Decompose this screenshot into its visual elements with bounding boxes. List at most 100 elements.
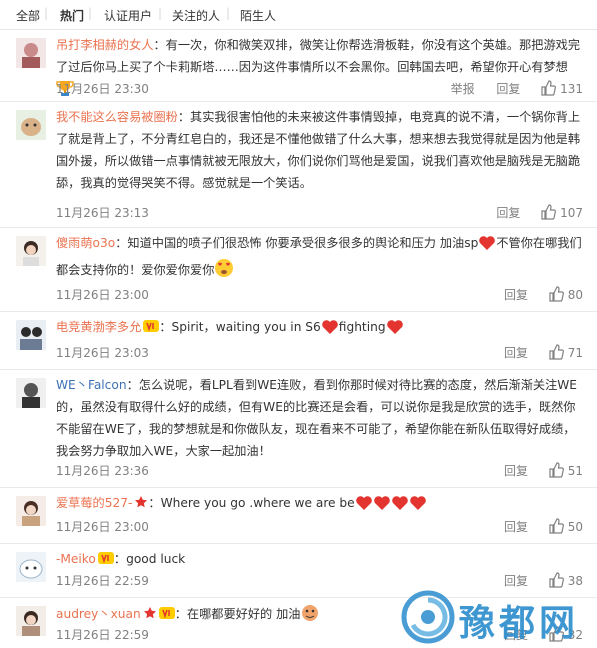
vip-badge-icon — [143, 318, 160, 340]
reply-link[interactable]: 回复 — [504, 574, 528, 588]
avatar[interactable] — [16, 496, 46, 526]
tab-all[interactable]: 全部 — [16, 7, 40, 24]
comment-actions: 回复 71 — [486, 344, 583, 361]
comment-time: 11月26日 23:30 — [56, 82, 149, 96]
avatar[interactable] — [16, 552, 46, 582]
reply-link[interactable]: 回复 — [496, 206, 520, 220]
thumbs-up-icon — [541, 80, 557, 96]
comment-item: 爱草莓的527- ：Where you go .where we are be 1… — [0, 488, 597, 544]
tab-divider: | — [226, 6, 231, 20]
like-count: 32 — [567, 628, 583, 642]
comment-actions: 回复 80 — [486, 286, 583, 303]
comment-text: ：在哪都要好好的 加油 — [174, 607, 301, 621]
thumbs-up-icon — [549, 572, 564, 588]
like-button[interactable]: 50 — [548, 518, 583, 534]
comment-body: 电竞黄渤李多允 ：Spirit，waiting you in S6 fighting — [56, 316, 583, 342]
star-badge-icon — [134, 494, 148, 516]
like-count: 50 — [567, 520, 583, 534]
comment-text: ：Where you go .where we are be — [148, 496, 355, 510]
username-link[interactable]: 吊打李相赫的女人 — [56, 38, 154, 52]
like-count: 51 — [567, 464, 583, 478]
avatar[interactable] — [16, 606, 46, 636]
comment-time: 11月26日 23:03 — [56, 346, 149, 360]
like-button[interactable]: 32 — [548, 626, 583, 642]
heart-icon — [391, 495, 409, 518]
thumbs-up-icon — [549, 286, 564, 302]
comment-meta: 11月26日 22:59 回复 38 — [56, 572, 583, 590]
tab-verified-users[interactable]: 认证用户 — [104, 7, 152, 24]
reply-link[interactable]: 回复 — [504, 288, 528, 302]
username-link[interactable]: audrey丶xuan — [56, 607, 141, 621]
username-link[interactable]: -Meiko — [56, 552, 96, 566]
comment-body: -Meiko ：good luck — [56, 548, 583, 572]
thumbs-up-icon — [549, 462, 564, 478]
comment-actions: 回复 32 — [486, 626, 583, 643]
tab-following[interactable]: 关注的人 — [172, 7, 220, 24]
star-badge-icon — [143, 605, 157, 627]
comment-time: 11月26日 23:36 — [56, 464, 149, 478]
comment-body: 我不能这么容易被圈粉：其实我很害怕他的未来被这件事情毁掉，电竞真的说不清，一个锅… — [56, 106, 583, 194]
reply-link[interactable]: 回复 — [504, 346, 528, 360]
reply-link[interactable]: 回复 — [504, 520, 528, 534]
heart-icon — [321, 319, 339, 342]
tab-divider: | — [44, 6, 49, 20]
avatar[interactable] — [16, 320, 46, 350]
filter-tabs: 全部 | 热门 | 认证用户 | 关注的人 | 陌生人 — [0, 0, 597, 30]
avatar[interactable] — [16, 38, 46, 68]
vip-badge-icon — [158, 605, 175, 627]
comment-item: audrey丶xuan ：在哪都要好好的 加油 11月26日 22:59 回复 3… — [0, 598, 597, 648]
like-button[interactable]: 107 — [540, 204, 583, 220]
reply-link[interactable]: 回复 — [504, 464, 528, 478]
like-button[interactable]: 80 — [548, 286, 583, 302]
like-count: 80 — [567, 288, 583, 302]
comment-item: 傻雨萌o3o：知道中国的喷子们很恐怖 你要承受很多很多的舆论和压力 加油sp 不管… — [0, 228, 597, 312]
comment-actions: 回复 51 — [486, 462, 583, 479]
avatar[interactable] — [16, 236, 46, 266]
username-link[interactable]: 傻雨萌o3o — [56, 236, 115, 250]
like-count: 131 — [560, 82, 583, 96]
reply-link[interactable]: 回复 — [504, 628, 528, 642]
tab-divider: | — [158, 6, 163, 20]
like-button[interactable]: 131 — [540, 80, 583, 96]
thumbs-up-icon — [549, 518, 564, 534]
report-link[interactable]: 举报 — [451, 82, 475, 96]
tab-hot[interactable]: 热门 — [60, 7, 84, 24]
comment-actions: 回复 50 — [486, 518, 583, 535]
heart-icon — [386, 319, 404, 342]
avatar[interactable] — [16, 110, 46, 140]
comment-actions: 回复 38 — [486, 572, 583, 589]
like-count: 38 — [567, 574, 583, 588]
comment-item: -Meiko ：good luck 11月26日 22:59 回复 38 — [0, 544, 597, 598]
tab-divider: | — [88, 6, 93, 20]
comment-body: 傻雨萌o3o：知道中国的喷子们很恐怖 你要承受很多很多的舆论和压力 加油sp 不管… — [56, 232, 583, 285]
avatar[interactable] — [16, 378, 46, 408]
cheer-emoji-icon — [300, 602, 320, 629]
username-link[interactable]: WE丶Falcon — [56, 378, 127, 392]
thumbs-up-icon — [549, 626, 564, 642]
like-button[interactable]: 71 — [548, 344, 583, 360]
comment-meta: 11月26日 22:59 回复 32 — [56, 626, 583, 644]
tab-strangers[interactable]: 陌生人 — [240, 7, 276, 24]
like-count: 71 — [567, 346, 583, 360]
reply-link[interactable]: 回复 — [496, 82, 520, 96]
comment-body: audrey丶xuan ：在哪都要好好的 加油 — [56, 602, 583, 629]
comment-item: 吊打李相赫的女人：有一次，你和微笑双排，微笑让你帮选滑板鞋，你没有这个英雄。那把… — [0, 30, 597, 102]
comment-actions: 举报 回复 131 — [433, 80, 583, 97]
comment-meta: 11月26日 23:00 回复 80 — [56, 286, 583, 304]
like-button[interactable]: 38 — [548, 572, 583, 588]
heart-icon — [409, 495, 427, 518]
comment-item: 我不能这么容易被圈粉：其实我很害怕他的未来被这件事情毁掉，电竞真的说不清，一个锅… — [0, 102, 597, 228]
comment-meta: 11月26日 23:36 回复 51 — [56, 462, 583, 480]
comment-meta: 11月26日 23:00 回复 50 — [56, 518, 583, 536]
comment-body: WE丶Falcon：怎么说呢，看LPL看到WE连败，看到你那时候对待比赛的态度，… — [56, 374, 583, 462]
vip-badge-icon — [97, 550, 114, 572]
username-link[interactable]: 电竞黄渤李多允 — [56, 320, 141, 334]
comment-body: 爱草莓的527- ：Where you go .where we are be — [56, 492, 583, 518]
heart-icon — [478, 235, 496, 258]
like-button[interactable]: 51 — [548, 462, 583, 478]
comment-text: ：怎么说呢，看LPL看到WE连败，看到你那时候对待比赛的态度，然后渐渐关注WE的… — [56, 378, 578, 458]
comment-text: ：good luck — [113, 552, 186, 566]
heart-icon — [355, 495, 373, 518]
username-link[interactable]: 爱草莓的527- — [56, 496, 132, 510]
username-link[interactable]: 我不能这么容易被圈粉 — [56, 110, 178, 124]
